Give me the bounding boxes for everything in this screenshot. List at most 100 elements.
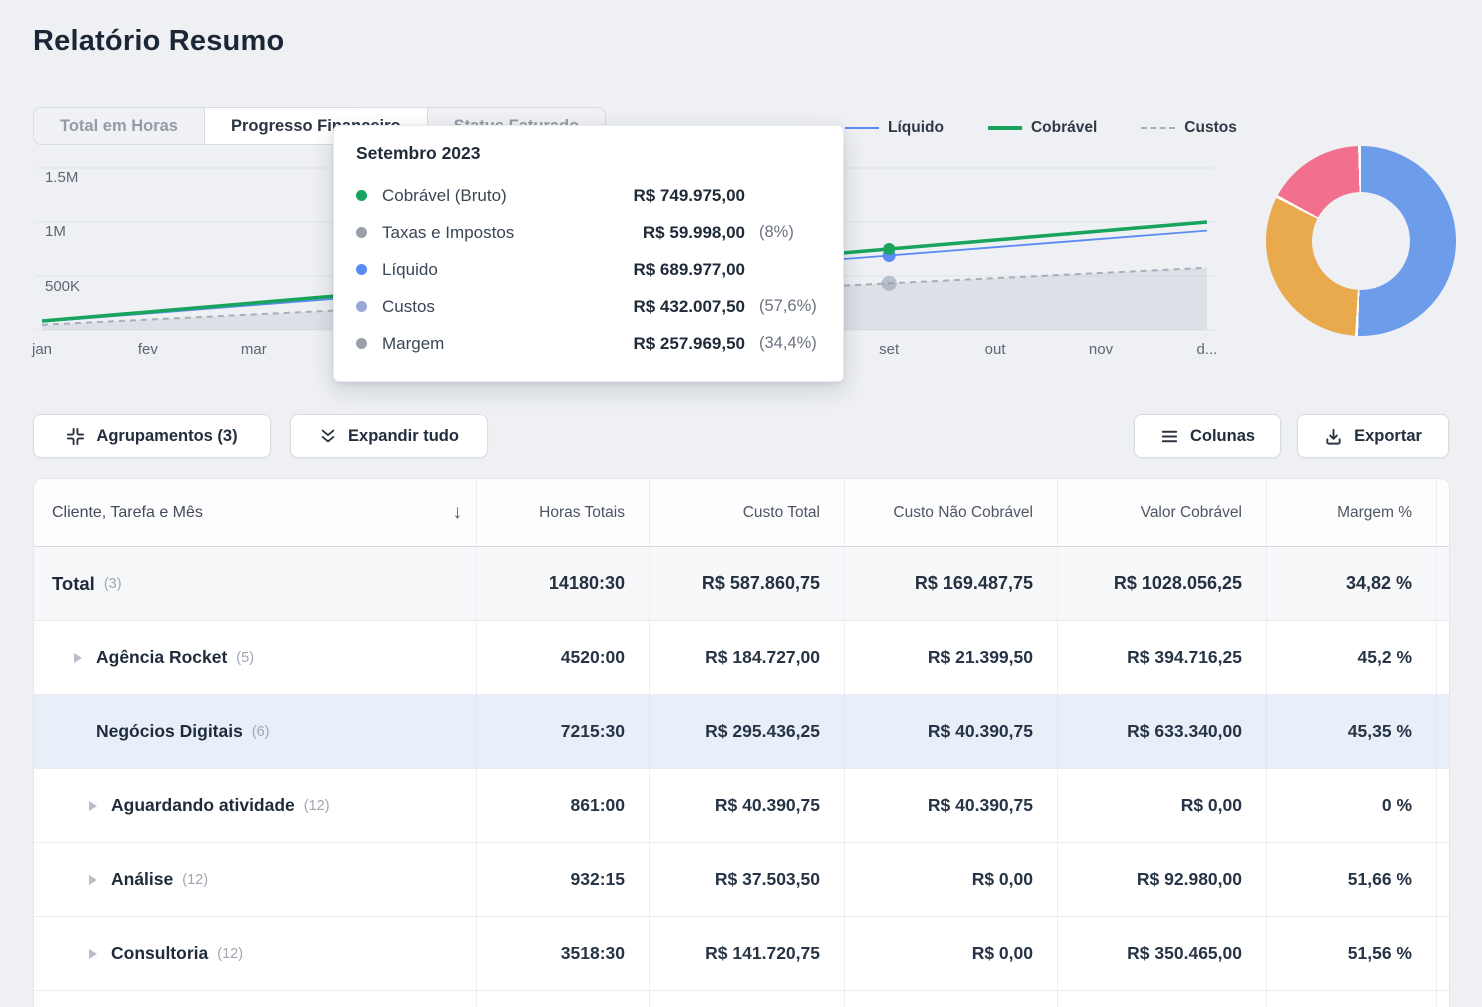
- legend-line-icon: [988, 126, 1022, 130]
- x-axis-label: mar: [241, 341, 267, 358]
- cell-custo-total: R$ 37.503,50: [649, 843, 844, 916]
- donut-chart[interactable]: [1266, 146, 1456, 336]
- cell-custo-nao-cobravel: R$ 40.390,75: [844, 769, 1057, 842]
- column-header-custo-total[interactable]: Custo Total: [649, 479, 844, 546]
- row-name: Agência Rocket: [96, 647, 227, 668]
- tooltip-label: Custos: [382, 297, 590, 317]
- column-header-custo-nao-cobravel[interactable]: Custo Não Cobrável: [844, 479, 1057, 546]
- row-count: (12): [304, 798, 330, 814]
- x-axis-label: set: [879, 341, 899, 358]
- row-name: Total: [52, 573, 95, 595]
- page-title: Relatório Resumo: [33, 25, 284, 58]
- table-row-agencia-rocket[interactable]: Agência Rocket (5) 4520:00 R$ 184.727,00…: [34, 621, 1449, 695]
- columns-button[interactable]: Colunas: [1134, 414, 1281, 458]
- chart-tooltip: Setembro 2023 Cobrável (Bruto) R$ 749.97…: [333, 125, 844, 382]
- tooltip-row: Margem R$ 257.969,50 (34,4%): [356, 325, 821, 362]
- column-header-cliente-tarefa-mes[interactable]: Cliente, Tarefa e Mês ↓: [34, 479, 476, 546]
- tab-total-em-horas[interactable]: Total em Horas: [33, 107, 205, 145]
- cell-valor-cobravel: R$ 0,00: [1057, 769, 1266, 842]
- summary-table: Cliente, Tarefa e Mês ↓ Horas Totais Cus…: [33, 478, 1450, 1007]
- cell-custo-total: R$ 295.436,25: [649, 695, 844, 768]
- cell-custo-nao-cobravel: R$ 0,00: [844, 917, 1057, 990]
- legend-label: Cobrável: [1031, 119, 1097, 137]
- cell-horas-totais: 861:00: [476, 769, 649, 842]
- cell-valor-cobravel: R$ 92.980,00: [1057, 843, 1266, 916]
- groupings-icon: [66, 427, 85, 446]
- column-header-horas-totais[interactable]: Horas Totais: [476, 479, 649, 546]
- cell-custo-total: R$ 141.720,75: [649, 917, 844, 990]
- x-axis-label: d...: [1196, 341, 1217, 358]
- tooltip-label: Taxas e Impostos: [382, 223, 590, 243]
- row-name: Aguardando atividade: [111, 795, 295, 816]
- tooltip-label: Margem: [382, 334, 590, 354]
- row-count: (3): [104, 576, 122, 592]
- table-row-total[interactable]: Total (3) 14180:30 R$ 587.860,75 R$ 169.…: [34, 547, 1449, 621]
- x-axis-label: nov: [1089, 341, 1113, 358]
- row-name: Negócios Digitais: [96, 721, 243, 742]
- cell-custo-nao-cobravel: R$ 169.487,75: [844, 547, 1057, 620]
- table-row-consultoria[interactable]: Consultoria (12) 3518:30 R$ 141.720,75 R…: [34, 917, 1449, 991]
- chevron-right-icon[interactable]: [89, 801, 97, 811]
- tooltip-pct: (8%): [745, 223, 821, 242]
- download-icon: [1324, 427, 1343, 446]
- cell-margem: 45,2 %: [1266, 621, 1436, 694]
- cell-valor-cobravel: R$ 633.340,00: [1057, 695, 1266, 768]
- legend-line-icon: [845, 127, 879, 129]
- series-dot-icon: [356, 301, 367, 312]
- series-dot-icon: [356, 338, 367, 349]
- tooltip-row: Taxas e Impostos R$ 59.998,00 (8%): [356, 214, 821, 251]
- expand-all-button[interactable]: Expandir tudo: [290, 414, 488, 458]
- table-header-row: Cliente, Tarefa e Mês ↓ Horas Totais Cus…: [34, 479, 1449, 547]
- chevron-right-icon[interactable]: [89, 949, 97, 959]
- cell-valor-cobravel: R$ 394.716,25: [1057, 621, 1266, 694]
- table-row-analise[interactable]: Análise (12) 932:15 R$ 37.503,50 R$ 0,00…: [34, 843, 1449, 917]
- header-spacer: [1436, 479, 1449, 546]
- x-axis-label: jan: [32, 341, 52, 358]
- series-dot-icon: [356, 264, 367, 275]
- sort-desc-icon[interactable]: ↓: [453, 502, 463, 524]
- tooltip-row: Custos R$ 432.007,50 (57,6%): [356, 288, 821, 325]
- cell-valor-cobravel: R$ 1028.056,25: [1057, 547, 1266, 620]
- row-name: Consultoria: [111, 943, 208, 964]
- legend-item-cobravel[interactable]: Cobrável: [988, 119, 1097, 137]
- legend-line-icon: [1141, 127, 1175, 129]
- table-row-partial[interactable]: [34, 991, 1449, 1007]
- export-button[interactable]: Exportar: [1297, 414, 1449, 458]
- cell-custo-total: R$ 184.727,00: [649, 621, 844, 694]
- table-row-aguardando-atividade[interactable]: Aguardando atividade (12) 861:00 R$ 40.3…: [34, 769, 1449, 843]
- chevron-right-icon[interactable]: [89, 875, 97, 885]
- cell-margem: 51,66 %: [1266, 843, 1436, 916]
- column-header-valor-cobravel[interactable]: Valor Cobrável: [1057, 479, 1266, 546]
- chevron-right-icon[interactable]: [74, 653, 82, 663]
- row-count: (12): [217, 946, 243, 962]
- tooltip-value: R$ 749.975,00: [590, 186, 745, 206]
- expand-all-label: Expandir tudo: [348, 427, 459, 446]
- x-axis-label: out: [985, 341, 1006, 358]
- tooltip-value: R$ 689.977,00: [590, 260, 745, 280]
- double-chevron-down-icon: [319, 427, 337, 445]
- table-row-negocios-digitais[interactable]: Negócios Digitais (6) 7215:30 R$ 295.436…: [34, 695, 1449, 769]
- cell-margem: 51,56 %: [1266, 917, 1436, 990]
- column-header-margem[interactable]: Margem %: [1266, 479, 1436, 546]
- tooltip-title: Setembro 2023: [356, 143, 821, 164]
- export-label: Exportar: [1354, 427, 1422, 446]
- row-count: (6): [252, 724, 270, 740]
- cell-horas-totais: 932:15: [476, 843, 649, 916]
- tooltip-row: Cobrável (Bruto) R$ 749.975,00: [356, 177, 821, 214]
- legend-label: Custos: [1184, 119, 1237, 137]
- cell-custo-nao-cobravel: R$ 0,00: [844, 843, 1057, 916]
- legend-item-liquido[interactable]: Líquido: [845, 119, 944, 137]
- legend-item-custos[interactable]: Custos: [1141, 119, 1237, 137]
- columns-label: Colunas: [1190, 427, 1255, 446]
- chart-legend: Líquido Cobrável Custos: [845, 119, 1237, 137]
- cell-custo-total: R$ 587.860,75: [649, 547, 844, 620]
- tooltip-pct: (34,4%): [745, 334, 821, 353]
- groupings-label: Agrupamentos (3): [96, 427, 237, 446]
- groupings-button[interactable]: Agrupamentos (3): [33, 414, 271, 458]
- cell-custo-nao-cobravel: R$ 21.399,50: [844, 621, 1057, 694]
- cell-horas-totais: 3518:30: [476, 917, 649, 990]
- tooltip-label: Líquido: [382, 260, 590, 280]
- cell-valor-cobravel: R$ 350.465,00: [1057, 917, 1266, 990]
- donut-hole: [1312, 192, 1410, 290]
- cell-custo-nao-cobravel: R$ 40.390,75: [844, 695, 1057, 768]
